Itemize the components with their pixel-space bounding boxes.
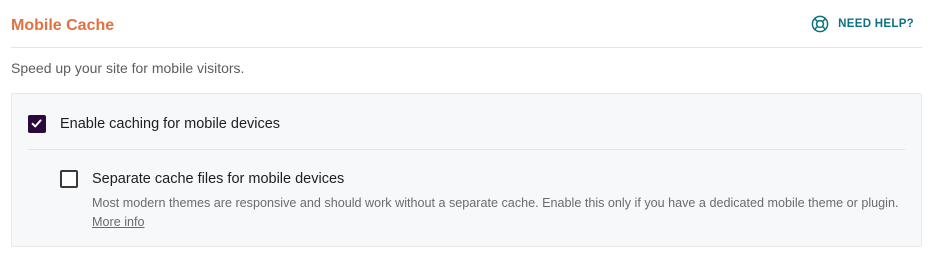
more-info-link[interactable]: More info [92, 215, 145, 229]
section-header: Mobile Cache NEED HELP? [11, 0, 922, 48]
separate-cache-files-help: Most modern themes are responsive and sh… [92, 194, 912, 232]
separate-cache-files-label[interactable]: Separate cache files for mobile devices [92, 169, 344, 189]
section-description: Speed up your site for mobile visitors. [11, 60, 245, 76]
enable-mobile-caching-label[interactable]: Enable caching for mobile devices [60, 114, 280, 134]
page-title: Mobile Cache [11, 17, 115, 34]
lifebuoy-icon [811, 15, 829, 33]
separate-cache-files-checkbox[interactable] [60, 170, 78, 188]
separate-cache-files-help-text: Most modern themes are responsive and sh… [92, 196, 899, 210]
divider [28, 149, 905, 150]
need-help-label: NEED HELP? [838, 18, 914, 30]
enable-mobile-caching-checkbox[interactable] [28, 115, 46, 133]
checkmark-icon [31, 119, 42, 128]
need-help-link[interactable]: NEED HELP? [811, 15, 914, 33]
options-panel: Enable caching for mobile devices Separa… [11, 93, 922, 247]
